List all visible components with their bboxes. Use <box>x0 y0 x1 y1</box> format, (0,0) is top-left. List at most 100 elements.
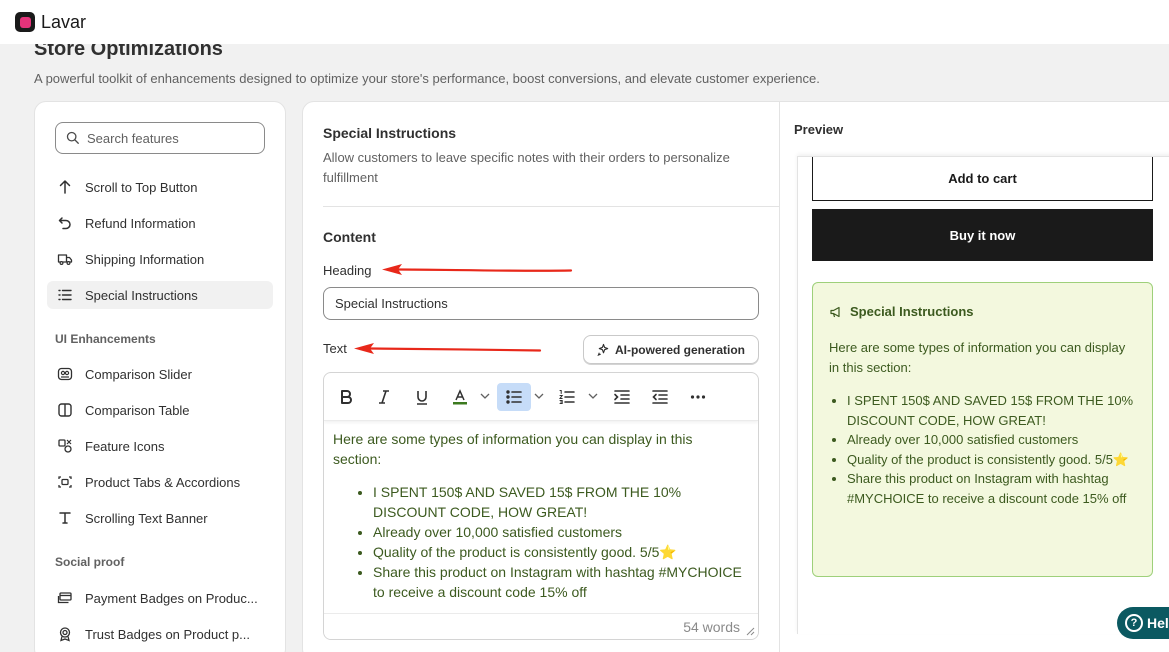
megaphone-icon <box>830 306 840 317</box>
list-icon <box>57 287 73 303</box>
numbered-list-button[interactable] <box>555 383 579 411</box>
italic-button[interactable] <box>372 383 396 411</box>
annotation-arrow-text <box>354 343 542 354</box>
sidebar-item-feature-icons[interactable]: Feature Icons <box>47 432 273 460</box>
numbered-list-icon <box>559 390 575 404</box>
add-to-cart-button[interactable]: Add to cart <box>812 157 1153 201</box>
editor-intro-text: Here are some types of information you c… <box>333 431 693 467</box>
ai-generation-label: AI-powered generation <box>614 342 745 357</box>
search-input[interactable]: Search features <box>55 122 265 154</box>
section-label-ui-enhancements: UI Enhancements <box>55 332 156 346</box>
list-item: Share this product on Instagram with has… <box>373 562 743 602</box>
ai-generation-button[interactable]: AI-powered generation <box>583 335 759 364</box>
app-logo-icon <box>15 12 35 32</box>
search-placeholder: Search features <box>87 130 179 146</box>
sidebar-item-scrolling-text-banner[interactable]: Scrolling Text Banner <box>47 504 273 532</box>
preview-panel: Add to cart Buy it now Special Instructi… <box>797 156 1169 634</box>
indent-button[interactable] <box>610 383 634 411</box>
chevron-down-icon[interactable] <box>534 391 544 401</box>
editor-footer: 54 words <box>324 613 758 639</box>
split-panel-icon <box>57 402 73 418</box>
sidebar-item-scroll-to-top[interactable]: Scroll to Top Button <box>47 173 273 201</box>
editor-bullet-list: I SPENT 150$ AND SAVED 15$ FROM THE 10% … <box>333 482 743 602</box>
sidebar-item-comparison-slider[interactable]: Comparison Slider <box>47 360 273 388</box>
outdent-button[interactable] <box>648 383 672 411</box>
underline-button[interactable] <box>410 383 434 411</box>
editor-toolbar <box>324 373 758 421</box>
preview-box-heading: Special Instructions <box>829 304 1136 319</box>
more-options-button[interactable] <box>686 383 710 411</box>
feature-sidebar: Search features Scroll to Top Button Ref… <box>34 101 286 652</box>
preview-title: Preview <box>794 122 844 137</box>
rich-text-editor[interactable]: Here are some types of information you c… <box>323 372 759 640</box>
feature-settings-card: Special Instructions Allow customers to … <box>302 101 1169 652</box>
image-compare-icon <box>57 366 73 382</box>
bullet-list-icon <box>506 390 522 404</box>
list-item: I SPENT 150$ AND SAVED 15$ FROM THE 10% … <box>373 482 743 522</box>
list-item: Quality of the product is consistently g… <box>373 542 743 562</box>
sparkle-icon <box>597 343 609 356</box>
app-header: Lavar <box>0 0 1169 44</box>
list-item: Already over 10,000 satisfied customers <box>373 522 743 542</box>
chevron-down-icon[interactable] <box>480 391 490 401</box>
sidebar-item-comparison-table[interactable]: Comparison Table <box>47 396 273 424</box>
page-subtitle: A powerful toolkit of enhancements desig… <box>34 71 820 86</box>
sidebar-item-label: Refund Information <box>85 215 196 231</box>
bullet-list-button[interactable] <box>497 383 531 411</box>
outdent-icon <box>652 390 668 404</box>
arrow-up-icon <box>57 179 73 195</box>
truck-icon <box>57 251 73 267</box>
indent-icon <box>614 390 630 404</box>
chevron-down-icon[interactable] <box>588 391 598 401</box>
resize-handle-icon[interactable] <box>745 626 755 636</box>
sidebar-item-label: Scrolling Text Banner <box>85 510 208 526</box>
sidebar-item-refund-information[interactable]: Refund Information <box>47 209 273 237</box>
sidebar-item-label: Feature Icons <box>85 438 165 454</box>
more-horizontal-icon <box>690 395 706 399</box>
credit-card-icon <box>57 590 73 606</box>
search-icon <box>66 131 79 144</box>
sidebar-item-label: Special Instructions <box>85 287 198 303</box>
italic-icon <box>379 390 389 404</box>
bold-button[interactable] <box>334 383 358 411</box>
underline-icon <box>417 391 427 405</box>
text-field-label: Text <box>323 341 347 356</box>
divider <box>323 206 779 207</box>
sidebar-item-trust-badges[interactable]: Trust Badges on Product p... <box>47 620 273 648</box>
preview-box-title: Special Instructions <box>850 304 974 319</box>
help-button[interactable]: ? Hel <box>1117 607 1169 639</box>
buy-now-button[interactable]: Buy it now <box>812 209 1153 261</box>
sidebar-item-label: Payment Badges on Produc... <box>85 590 258 606</box>
text-color-icon <box>453 389 467 405</box>
sidebar-item-label: Product Tabs & Accordions <box>85 474 241 490</box>
feature-title: Special Instructions <box>323 125 457 141</box>
word-count: 54 words <box>683 619 740 635</box>
sidebar-item-label: Scroll to Top Button <box>85 179 198 195</box>
sidebar-item-shipping-information[interactable]: Shipping Information <box>47 245 273 273</box>
app-name: Lavar <box>41 11 87 32</box>
list-item: Already over 10,000 satisfied customers <box>847 430 1136 450</box>
sidebar-item-label: Trust Badges on Product p... <box>85 626 250 642</box>
annotation-arrow-heading <box>382 264 573 275</box>
sidebar-item-label: Shipping Information <box>85 251 205 267</box>
special-instructions-preview: Special Instructions Here are some types… <box>812 282 1153 577</box>
help-icon: ? <box>1125 614 1143 632</box>
editor-content[interactable]: Here are some types of information you c… <box>333 429 743 602</box>
list-item: I SPENT 150$ AND SAVED 15$ FROM THE 10% … <box>847 391 1136 430</box>
sidebar-item-special-instructions[interactable]: Special Instructions <box>47 281 273 309</box>
sidebar-item-product-tabs[interactable]: Product Tabs & Accordions <box>47 468 273 496</box>
heading-field-label: Heading <box>323 263 372 278</box>
heading-input[interactable]: Special Instructions <box>323 287 759 320</box>
list-item: Quality of the product is consistently g… <box>847 450 1136 470</box>
list-item: Share this product on Instagram with has… <box>847 469 1136 508</box>
tabs-icon <box>57 474 73 490</box>
sidebar-item-label: Comparison Slider <box>85 366 192 382</box>
divider <box>779 102 780 652</box>
preview-box-intro: Here are some types of information you c… <box>829 340 1126 375</box>
text-color-button[interactable] <box>448 383 472 411</box>
help-label: Hel <box>1147 615 1169 631</box>
feature-description: Allow customers to leave specific notes … <box>323 150 730 185</box>
bold-icon <box>341 390 352 404</box>
sidebar-item-payment-badges[interactable]: Payment Badges on Produc... <box>47 584 273 612</box>
undo-icon <box>57 215 73 231</box>
